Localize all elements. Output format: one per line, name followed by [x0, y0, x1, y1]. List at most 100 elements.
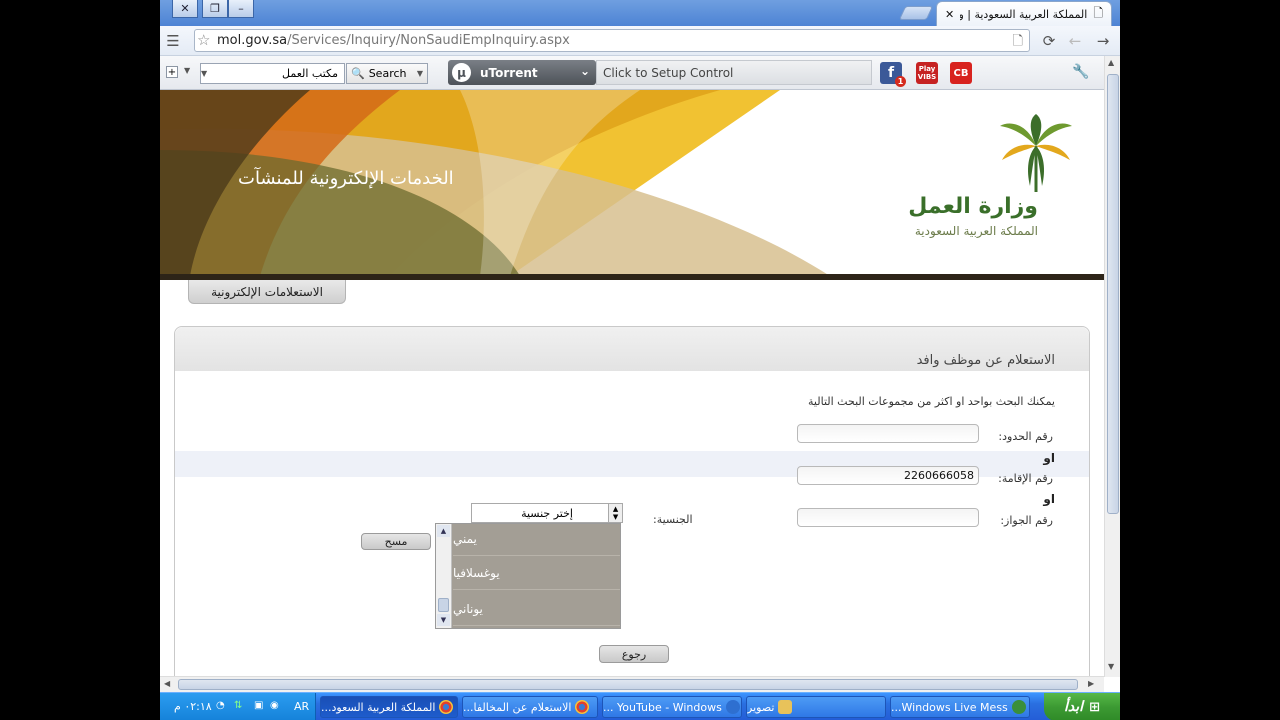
- search-icon: 🔍: [351, 67, 365, 80]
- horizontal-scrollbar[interactable]: ◀ ▶: [160, 676, 1104, 692]
- taskbar-item-messenger[interactable]: Windows Live Mess...: [890, 696, 1030, 718]
- tab-electronic-inquiries[interactable]: الاستعلامات الإلكترونية: [188, 280, 346, 304]
- new-tab-button[interactable]: [898, 6, 934, 20]
- nationality-option[interactable]: يوغسلافيا: [453, 556, 620, 590]
- clear-button[interactable]: مسح: [361, 533, 431, 550]
- cb-icon[interactable]: CB: [950, 62, 972, 84]
- windows-logo-icon: ⊞: [1089, 699, 1100, 715]
- passport-number-input[interactable]: [797, 508, 979, 527]
- scroll-up-icon[interactable]: ▲: [437, 525, 450, 537]
- vertical-scrollbar[interactable]: ▲ ▼: [1104, 56, 1120, 677]
- utorrent-toolbar-button[interactable]: µ uTorrent ⌄: [448, 60, 596, 85]
- bookmark-star-icon[interactable]: ☆: [197, 31, 210, 49]
- chrome-browser-window: ✕ ❐ – 🗋 المملكة العربية السعودية | وزار …: [160, 0, 1120, 692]
- desktop-screen: ✕ ❐ – 🗋 المملكة العربية السعودية | وزار …: [0, 0, 1280, 720]
- address-bar[interactable]: ☆ mol.gov.sa/Services/Inquiry/NonSaudiEm…: [194, 29, 1030, 52]
- volume-icon[interactable]: ◔: [216, 700, 225, 711]
- navigation-bar: ☰ ☆ mol.gov.sa/Services/Inquiry/NonSaudi…: [160, 26, 1120, 56]
- tab-close-icon[interactable]: ✕: [945, 8, 954, 21]
- scroll-left-icon[interactable]: ◀: [164, 679, 170, 688]
- url-host: mol.gov.sa: [217, 33, 288, 48]
- taskbar-item-folder[interactable]: تصوير: [746, 696, 886, 718]
- iqama-number-label: رقم الإقامة:: [998, 472, 1053, 485]
- nationality-label: الجنسية:: [653, 513, 693, 526]
- chrome-icon: [439, 700, 454, 714]
- page-icon[interactable]: 🗋: [1013, 32, 1023, 54]
- tab-strip: ✕ ❐ – 🗋 المملكة العربية السعودية | وزار …: [160, 0, 1120, 26]
- utorrent-logo-icon: µ: [452, 63, 471, 82]
- safely-remove-icon[interactable]: ▣: [254, 700, 263, 711]
- nationality-select[interactable]: إختر جنسية ▲ ▼: [471, 503, 623, 523]
- border-number-label: رقم الحدود:: [998, 430, 1053, 443]
- header-banner: الخدمات الإلكترونية للمنشآت وزارة العمل …: [160, 90, 1104, 276]
- internet-explorer-icon: [725, 700, 740, 714]
- toolbar-search-button[interactable]: 🔍 Search ▼: [346, 63, 428, 84]
- forward-icon[interactable]: ←: [1066, 32, 1084, 50]
- page-favicon-icon: 🗋: [1093, 5, 1103, 20]
- setup-control-field[interactable]: Click to Setup Control: [596, 60, 872, 85]
- taskbar-item-chrome-ministry[interactable]: المملكة العربية السعود...: [320, 696, 458, 718]
- close-icon: ✕: [180, 2, 190, 15]
- notification-badge: 1: [895, 76, 906, 87]
- language-indicator[interactable]: AR: [294, 700, 309, 713]
- or-separator-2: او: [1043, 492, 1055, 506]
- taskbar-item-youtube-ie[interactable]: YouTube - Windows ...: [602, 696, 742, 718]
- extension-toolbar: + ▼ مكتب العمل ▼ 🔍 Search ▼ µ uTorrent ⌄…: [160, 56, 1120, 90]
- reload-icon[interactable]: ⟳: [1040, 32, 1058, 50]
- system-tray: ٠٢:١٨ م ◔ ⇅ ▣ ◉ AR: [160, 693, 316, 720]
- add-icon[interactable]: +: [166, 66, 178, 78]
- form-title: الاستعلام عن موظف وافد: [916, 353, 1055, 368]
- vertical-scroll-thumb[interactable]: [1107, 74, 1119, 514]
- toolbar-search-input[interactable]: مكتب العمل ▼: [200, 63, 345, 84]
- restore-window-button[interactable]: ❐: [202, 0, 228, 18]
- back-button[interactable]: رجوع: [599, 645, 669, 663]
- scroll-down-icon[interactable]: ▼: [437, 614, 450, 626]
- dropdown-arrow-icon[interactable]: ▼: [184, 66, 190, 75]
- nationality-spin-icon[interactable]: ▲ ▼: [608, 504, 622, 522]
- folder-icon: [778, 700, 793, 714]
- messenger-icon: [1011, 700, 1026, 714]
- form-intro: يمكنك البحث بواحد او اكثر من مجموعات الب…: [808, 395, 1055, 408]
- border-number-input[interactable]: [797, 424, 979, 443]
- url-path: /Services/Inquiry/NonSaudiEmpInquiry.asp…: [287, 33, 570, 48]
- back-icon[interactable]: →: [1094, 32, 1112, 50]
- close-window-button[interactable]: ✕: [172, 0, 198, 18]
- clock[interactable]: ٠٢:١٨ م: [174, 700, 212, 713]
- or-separator-1: او: [1043, 451, 1055, 465]
- passport-number-label: رقم الجواز:: [1000, 514, 1053, 527]
- nationality-option[interactable]: يمني: [453, 522, 620, 556]
- facebook-icon[interactable]: f 1: [880, 62, 906, 87]
- inquiry-panel: الاستعلام عن موظف وافد يمكنك البحث بواحد…: [174, 326, 1090, 676]
- minimize-window-button[interactable]: –: [228, 0, 254, 18]
- palm-logo-icon: [1000, 114, 1072, 192]
- search-input-dropdown-icon[interactable]: ▼: [201, 69, 207, 78]
- wrench-icon[interactable]: 🔧: [1072, 64, 1089, 80]
- horizontal-scroll-thumb[interactable]: [178, 679, 1078, 690]
- scroll-down-icon[interactable]: ▼: [1108, 662, 1114, 671]
- nationality-dropdown-list[interactable]: ▲ ▼ يمني يوغسلافيا يوناني: [435, 523, 621, 629]
- tab-active[interactable]: 🗋 المملكة العربية السعودية | وزار ✕: [936, 1, 1112, 26]
- chevron-down-icon[interactable]: ⌄: [580, 64, 590, 78]
- tab-title: المملكة العربية السعودية | وزار: [960, 7, 1088, 21]
- network-icon[interactable]: ⇅: [234, 700, 242, 711]
- dropdown-scrollbar[interactable]: ▲ ▼: [436, 524, 452, 628]
- ministry-subtitle: المملكة العربية السعودية: [914, 224, 1038, 238]
- page-content: الخدمات الإلكترونية للمنشآت وزارة العمل …: [160, 90, 1104, 676]
- playvibs-icon[interactable]: Play VIBS: [916, 62, 938, 84]
- nationality-option[interactable]: يوناني: [453, 592, 620, 626]
- search-button-dropdown-icon[interactable]: ▼: [417, 69, 423, 78]
- start-button[interactable]: ⊞ ابدأ: [1044, 693, 1120, 720]
- scroll-up-icon[interactable]: ▲: [1108, 58, 1114, 67]
- iqama-number-input[interactable]: 2260666058: [797, 466, 979, 485]
- taskbar-item-chrome-violations[interactable]: الاستعلام عن المخالفا...: [462, 696, 598, 718]
- windows-taskbar: ٠٢:١٨ م ◔ ⇅ ▣ ◉ AR المملكة العربية السعو…: [160, 692, 1120, 720]
- tray-app-icon[interactable]: ◉: [270, 700, 279, 711]
- ministry-name: وزارة العمل: [908, 194, 1038, 219]
- restore-icon: ❐: [210, 2, 220, 15]
- chrome-icon: [575, 700, 590, 714]
- scroll-right-icon[interactable]: ▶: [1088, 679, 1094, 688]
- dropdown-scroll-thumb[interactable]: [438, 598, 449, 612]
- portal-title: الخدمات الإلكترونية للمنشآت: [238, 168, 454, 189]
- menu-icon[interactable]: ☰: [164, 32, 182, 50]
- minimize-icon: –: [238, 2, 244, 15]
